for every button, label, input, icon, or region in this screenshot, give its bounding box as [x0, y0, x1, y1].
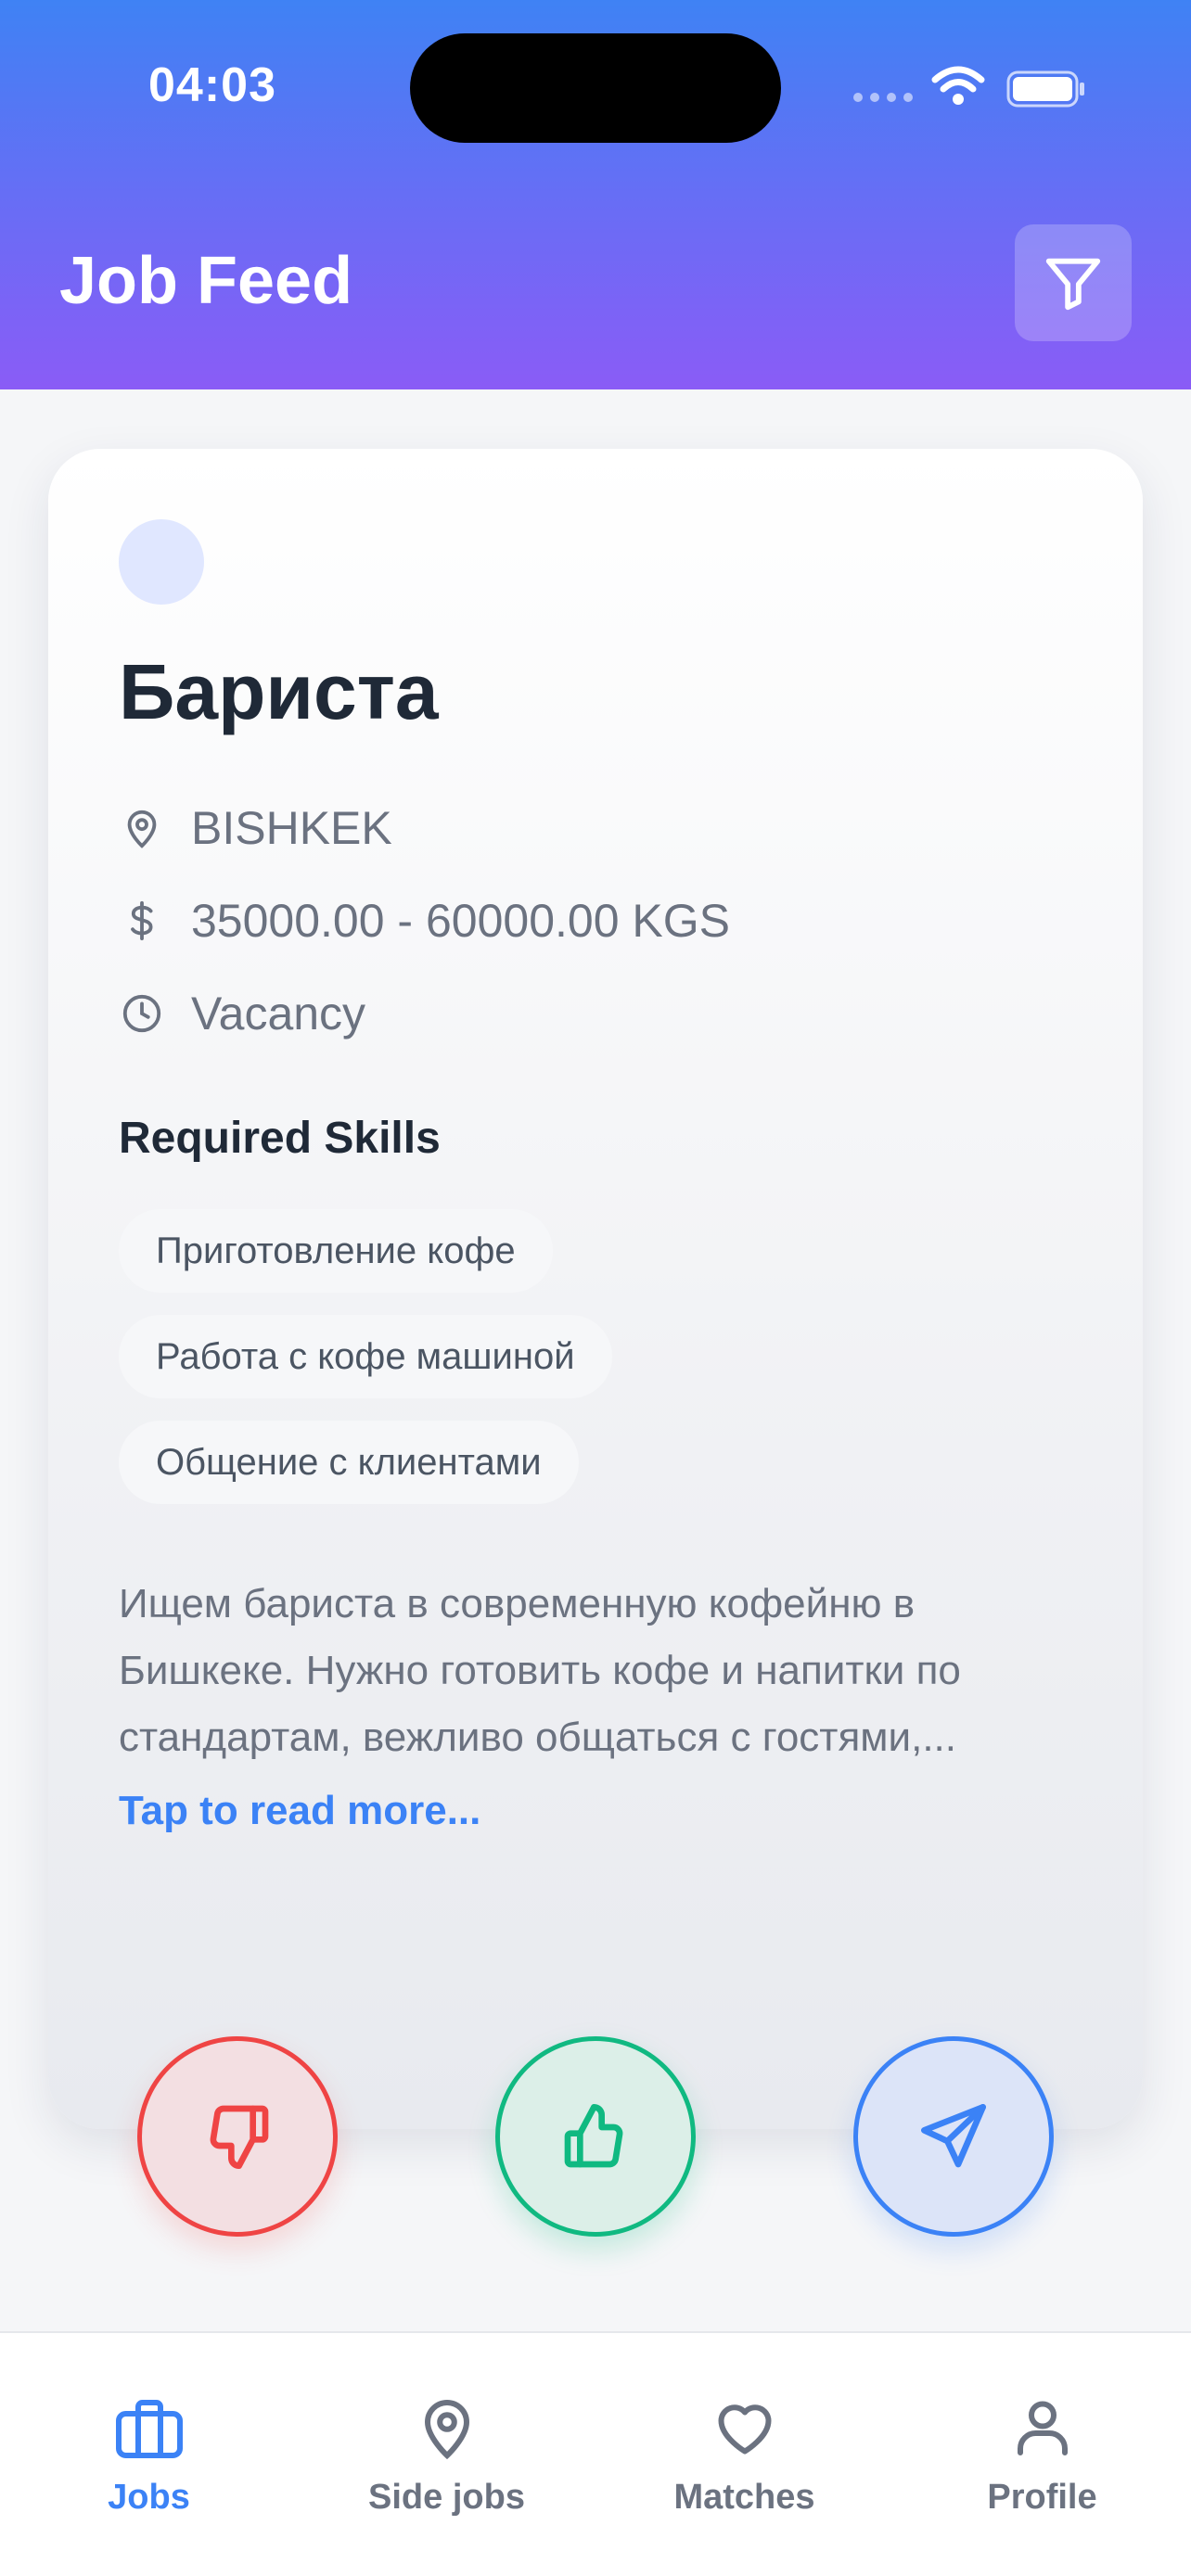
job-title: Бариста	[119, 648, 439, 735]
app-header: 04:03 Job Feed	[0, 0, 1191, 389]
briefcase-icon	[115, 2400, 183, 2458]
bottom-tab-bar: Jobs Side jobs Matches Profile	[0, 2331, 1191, 2576]
tab-profile[interactable]: Profile	[893, 2333, 1191, 2519]
job-location-text: BISHKEK	[191, 802, 392, 854]
job-location: BISHKEK	[119, 801, 392, 855]
read-more-link[interactable]: Tap to read more...	[119, 1788, 480, 1834]
job-salary-text: 35000.00 - 60000.00 KGS	[191, 895, 731, 947]
skill-chip: Работа с кофе машиной	[119, 1315, 612, 1398]
clock-icon	[122, 994, 161, 1033]
tab-matches[interactable]: Matches	[596, 2333, 893, 2519]
job-salary: 35000.00 - 60000.00 KGS	[119, 894, 730, 948]
status-time: 04:03	[148, 58, 276, 112]
description-line: Ищем бариста в современную кофейню в	[119, 1581, 916, 1626]
heart-icon	[718, 2404, 771, 2455]
page-title: Job Feed	[59, 244, 353, 318]
thumbs-down-icon	[210, 2105, 269, 2169]
wifi-icon	[931, 66, 985, 105]
like-button[interactable]	[495, 2036, 696, 2237]
skill-chip: Общение с клиентами	[119, 1421, 579, 1504]
filter-icon	[1045, 258, 1101, 311]
tab-jobs[interactable]: Jobs	[0, 2333, 298, 2519]
map-pin-icon	[127, 810, 157, 848]
tab-label: Profile	[987, 2478, 1097, 2517]
job-type: Vacancy	[119, 987, 365, 1040]
dislike-button[interactable]	[137, 2036, 338, 2237]
dollar-icon	[131, 900, 153, 941]
job-card[interactable]: Бариста BISHKEK 35000.00 - 60000.00 KGS …	[48, 449, 1143, 2129]
skill-chip: Приготовление кофе	[119, 1209, 553, 1293]
dynamic-island	[410, 33, 781, 143]
cellular-signal-icon	[853, 93, 913, 102]
filter-button[interactable]	[1015, 224, 1132, 341]
tab-label: Jobs	[108, 2478, 190, 2517]
skills-heading: Required Skills	[119, 1114, 441, 1163]
tab-label: Side jobs	[368, 2478, 525, 2517]
tab-side-jobs[interactable]: Side jobs	[298, 2333, 596, 2519]
send-icon	[921, 2104, 986, 2168]
user-icon	[1017, 2401, 1068, 2455]
apply-button[interactable]	[853, 2036, 1054, 2237]
battery-icon	[1006, 70, 1084, 108]
job-description: Ищем бариста в современную кофейню в Биш…	[119, 1571, 1083, 1771]
description-line: стандартам, вежливо общаться с гостями,.…	[119, 1715, 957, 1760]
company-logo	[119, 519, 204, 605]
map-pin-icon	[424, 2400, 469, 2460]
tab-label: Matches	[673, 2478, 815, 2517]
job-type-text: Vacancy	[191, 988, 366, 1039]
description-line: Бишкеке. Нужно готовить кофе и напитки п…	[119, 1648, 961, 1693]
thumbs-up-icon	[564, 2104, 623, 2168]
